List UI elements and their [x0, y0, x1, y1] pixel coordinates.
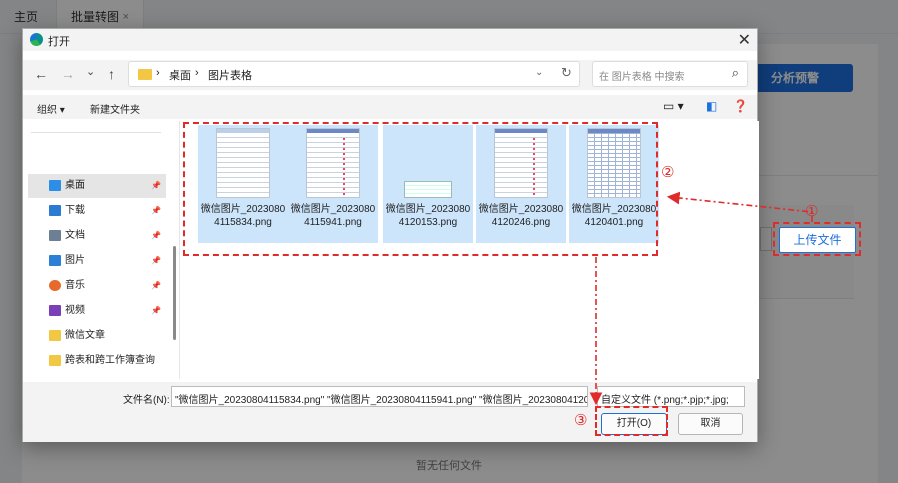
annotation-box-files — [183, 122, 658, 256]
help-icon[interactable]: ❓ — [733, 99, 748, 113]
sidebar-item-label: 桌面 — [65, 180, 85, 191]
pin-icon[interactable]: 📌 — [151, 174, 161, 198]
refresh-icon[interactable]: ↻ — [561, 65, 572, 81]
sidebar-item[interactable]: 临时 — [28, 374, 166, 379]
command-bar: 组织 ▾ 新建文件夹 ▭ ▾ ◧ ❓ — [23, 95, 757, 119]
pin-icon[interactable]: 📌 — [151, 249, 161, 273]
sidebar-item[interactable]: 文档 📌 — [28, 224, 166, 248]
edge-logo-icon — [30, 33, 43, 46]
search-icon[interactable]: ⌕ — [732, 65, 739, 81]
folder-icon — [49, 355, 61, 366]
pin-icon[interactable]: 📌 — [151, 299, 161, 323]
divider — [31, 132, 161, 133]
annotation-box-open — [595, 406, 668, 436]
breadcrumb-separator: › — [156, 67, 160, 79]
view-options-icon[interactable]: ▭ ▾ — [663, 99, 684, 113]
folder-icon — [49, 330, 61, 341]
up-arrow-icon[interactable]: ↑ — [108, 66, 115, 82]
filetype-value: 自定义文件 (*.png;*.pjp;*.jpg; — [601, 395, 729, 406]
desktop-icon — [49, 180, 61, 191]
sidebar-item-label: 音乐 — [65, 280, 85, 291]
sidebar-item[interactable]: 下载 📌 — [28, 199, 166, 223]
sidebar-item-label: 视频 — [65, 305, 85, 316]
document-icon — [49, 230, 61, 241]
pin-icon[interactable]: 📌 — [151, 199, 161, 223]
close-icon[interactable]: ✕ — [738, 30, 751, 50]
back-arrow-icon[interactable]: ← — [34, 66, 48, 82]
annotation-box-upload — [773, 222, 861, 256]
sidebar-item-label: 跨表和跨工作簿查询 — [65, 355, 155, 366]
scrollbar[interactable] — [173, 246, 176, 340]
sidebar-item[interactable]: 视频 📌 — [28, 299, 166, 323]
download-icon — [49, 205, 61, 216]
filename-label: 文件名(N): — [123, 395, 170, 406]
sidebar-item-label: 临时 — [65, 374, 85, 379]
sidebar-item[interactable]: 微信文章 — [28, 324, 166, 348]
video-icon — [49, 305, 61, 316]
new-folder-button[interactable]: 新建文件夹 — [90, 101, 140, 116]
address-bar[interactable]: › 桌面 › 图片表格 ⌄ — [128, 61, 580, 87]
music-icon — [49, 280, 61, 291]
pin-icon[interactable]: 📌 — [151, 274, 161, 298]
navigation-bar: ← → ⌄ ↑ › 桌面 › 图片表格 ⌄ ↻ 在 图片表格 中搜索 ⌕ — [23, 60, 757, 90]
sidebar-item[interactable]: 音乐 📌 — [28, 274, 166, 298]
step-1-marker: ① — [805, 203, 819, 220]
folder-icon — [138, 69, 152, 80]
sidebar-item-label: 微信文章 — [65, 330, 105, 341]
preview-pane-icon[interactable]: ◧ — [706, 99, 717, 113]
search-box[interactable]: 在 图片表格 中搜索 ⌕ — [592, 61, 748, 87]
sidebar-item[interactable]: 图片 📌 — [28, 249, 166, 273]
sidebar-item[interactable]: 桌面 📌 — [28, 174, 166, 198]
search-placeholder: 在 图片表格 中搜索 — [599, 72, 685, 83]
dialog-titlebar: 打开 ✕ — [23, 29, 757, 51]
step-2-marker: ② — [661, 164, 675, 181]
filetype-select[interactable]: 自定义文件 (*.png;*.pjp;*.jpg; — [597, 386, 745, 407]
chevron-down-icon[interactable]: ⌄ — [575, 390, 583, 401]
sidebar-item-label: 下载 — [65, 205, 85, 216]
cancel-button[interactable]: 取消 — [678, 413, 743, 435]
filename-input[interactable]: "微信图片_20230804115834.png" "微信图片_20230804… — [171, 386, 588, 407]
sidebar-item-label: 图片 — [65, 255, 85, 266]
organize-button[interactable]: 组织 ▾ — [37, 101, 65, 116]
dialog-title: 打开 — [48, 36, 70, 48]
forward-arrow-icon[interactable]: → — [61, 66, 75, 82]
navigation-pane: 桌面📌下载📌文档📌图片📌音乐📌视频📌微信文章跨表和跨工作簿查询临时图片表格 — [23, 121, 179, 379]
pin-icon[interactable]: 📌 — [151, 224, 161, 248]
breadcrumb-desktop[interactable]: 桌面 — [169, 67, 191, 83]
step-3-marker: ③ — [574, 412, 588, 429]
recent-locations-icon[interactable]: ⌄ — [86, 65, 95, 78]
breadcrumb-folder[interactable]: 图片表格 — [208, 67, 252, 83]
sidebar-item-label: 文档 — [65, 230, 85, 241]
sidebar-item[interactable]: 跨表和跨工作簿查询 — [28, 349, 166, 373]
chevron-down-icon[interactable]: ⌄ — [535, 67, 543, 78]
breadcrumb-separator: › — [195, 67, 199, 79]
picture-icon — [49, 255, 61, 266]
